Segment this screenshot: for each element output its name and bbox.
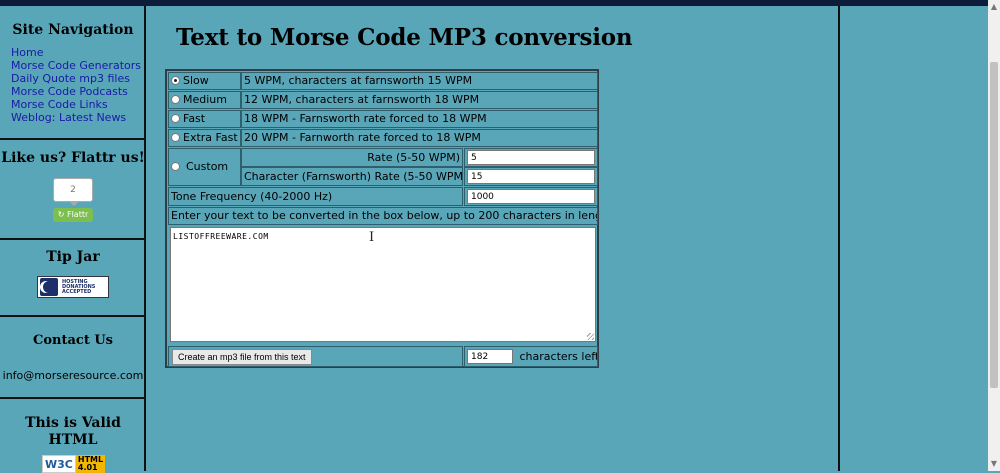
speed-option-slow[interactable]: Slow: [168, 72, 241, 90]
text-to-convert-value: LISTOFFREEWARE.COM: [173, 232, 269, 241]
nav-link-morse-code-generators[interactable]: Morse Code Generators: [11, 59, 146, 72]
custom-char-rate-label: Character (Farnsworth) Rate (5-50 WPM): [241, 167, 463, 186]
nav-link-morse-code-podcasts[interactable]: Morse Code Podcasts: [11, 85, 146, 98]
site-navigation-section: Site Navigation Home Morse Code Generato…: [0, 6, 146, 140]
valid-html-section: This is Valid HTML W3C HTML 4.01: [0, 399, 146, 473]
nav-link-daily-quote-mp3[interactable]: Daily Quote mp3 files: [11, 72, 146, 85]
nav-link-home[interactable]: Home: [11, 46, 146, 59]
page-scrollbar[interactable]: ▲ ▼: [988, 0, 1000, 471]
badge-text: HOSTING DONATIONS ACCEPTED: [62, 279, 95, 295]
speed-option-extra-fast[interactable]: Extra Fast: [168, 129, 241, 147]
contact-section: Contact Us info@morseresource.com: [0, 317, 146, 399]
text-instructions: Enter your text to be converted in the b…: [168, 207, 598, 225]
speed-label-medium: Medium: [183, 93, 227, 106]
speed-desc-extra-fast: 20 WPM - Farnworth rate forced to 18 WPM: [241, 129, 598, 147]
speed-label-fast: Fast: [183, 112, 206, 125]
tip-jar-title: Tip Jar: [46, 249, 100, 265]
badge-line-accepted: ACCEPTED: [62, 288, 92, 295]
speed-option-medium[interactable]: Medium: [168, 91, 241, 109]
speed-label-slow: Slow: [183, 74, 209, 87]
site-navigation-title: Site Navigation: [12, 22, 134, 38]
flattr-count: 2: [53, 178, 93, 206]
scroll-down-icon[interactable]: ▼: [988, 457, 1000, 471]
right-column-divider: [838, 6, 840, 471]
text-cursor-icon: I: [369, 230, 375, 245]
radio-custom[interactable]: [171, 162, 180, 171]
contact-title: Contact Us: [33, 333, 113, 348]
custom-char-rate-cell: [464, 167, 598, 186]
speed-option-fast[interactable]: Fast: [168, 110, 241, 128]
page-title: Text to Morse Code MP3 conversion: [176, 24, 633, 51]
tip-jar-section: Tip Jar HOSTING DONATIONS ACCEPTED: [0, 240, 146, 317]
flattr-title: Like us? Flattr us!: [1, 150, 145, 166]
custom-rate-input[interactable]: [467, 150, 595, 165]
speed-label-custom: Custom: [186, 160, 229, 173]
scroll-thumb[interactable]: [990, 62, 998, 388]
tone-frequency-input[interactable]: [467, 189, 595, 204]
contact-email: info@morseresource.com: [2, 369, 144, 382]
moon-icon: [40, 278, 58, 296]
radio-slow[interactable]: [171, 76, 180, 85]
w3c-badge[interactable]: W3C HTML 4.01: [42, 455, 106, 473]
speed-option-custom[interactable]: Custom: [168, 148, 241, 186]
radio-extra-fast[interactable]: [171, 133, 180, 142]
conversion-form: Slow 5 WPM, characters at farnsworth 15 …: [165, 69, 599, 368]
speed-desc-fast: 18 WPM - Farnsworth rate forced to 18 WP…: [241, 110, 598, 128]
tone-frequency-label: Tone Frequency (40-2000 Hz): [168, 187, 463, 206]
hosting-donations-badge[interactable]: HOSTING DONATIONS ACCEPTED: [37, 276, 109, 298]
custom-rate-cell: [464, 148, 598, 167]
flattr-widget[interactable]: 2 ↻ Flattr: [0, 178, 146, 222]
tone-frequency-cell: [464, 187, 598, 206]
valid-html-title: This is Valid HTML: [25, 415, 121, 448]
chars-left-cell: characters left: [464, 346, 598, 367]
radio-medium[interactable]: [171, 95, 180, 104]
flattr-button[interactable]: ↻ Flattr: [53, 208, 93, 222]
custom-rate-label: Rate (5-50 WPM): [241, 148, 463, 167]
speed-desc-slow: 5 WPM, characters at farnsworth 15 WPM: [241, 72, 598, 90]
w3c-logo: W3C: [42, 455, 76, 473]
text-to-convert-input[interactable]: LISTOFFREEWARE.COM I: [170, 227, 596, 342]
resize-grip-icon[interactable]: [587, 333, 594, 340]
nav-links: Home Morse Code Generators Daily Quote m…: [0, 46, 146, 124]
flattr-icon: ↻: [57, 210, 67, 219]
flattr-section: Like us? Flattr us! 2 ↻ Flattr: [0, 140, 146, 240]
speed-desc-medium: 12 WPM, characters at farnsworth 18 WPM: [241, 91, 598, 109]
speed-label-extra-fast: Extra Fast: [183, 131, 238, 144]
scroll-up-icon[interactable]: ▲: [988, 0, 1000, 14]
chars-left-label: characters left: [519, 350, 598, 363]
nav-link-weblog[interactable]: Weblog: Latest News: [11, 111, 146, 124]
nav-link-morse-code-links[interactable]: Morse Code Links: [11, 98, 146, 111]
chars-left-counter: [467, 349, 513, 364]
radio-fast[interactable]: [171, 114, 180, 123]
sidebar: Site Navigation Home Morse Code Generato…: [0, 6, 146, 473]
create-mp3-button[interactable]: Create an mp3 file from this text: [172, 349, 312, 365]
flattr-button-label: Flattr: [66, 210, 89, 219]
w3c-html-label: HTML 4.01: [75, 455, 106, 473]
custom-char-rate-input[interactable]: [467, 169, 595, 184]
